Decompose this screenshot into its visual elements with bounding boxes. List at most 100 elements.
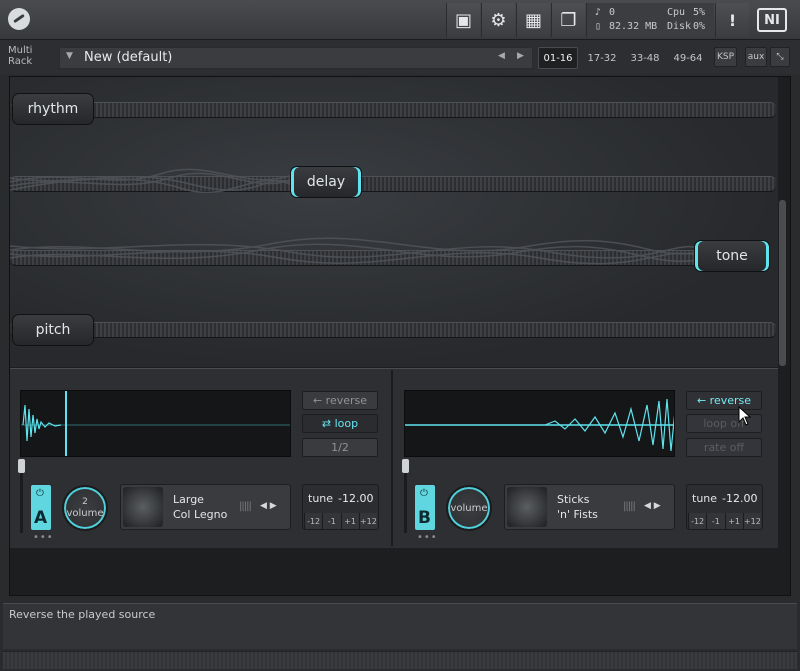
slot-a-tune-value: -12.00	[338, 492, 374, 505]
slot-b-instrument-line2: 'n' Fists	[557, 508, 598, 521]
aux-button[interactable]: aux	[745, 47, 767, 67]
slot-a-volume-value: 2	[82, 497, 88, 507]
slot-b-instrument-image	[507, 487, 547, 527]
slot-a-reverse-button[interactable]: ← reverse	[302, 391, 378, 410]
range-17-32-tab[interactable]: 17-32	[583, 47, 621, 69]
slot-a-instrument-selector[interactable]: Large Col Legno ||||| ◀ ▶	[120, 484, 291, 530]
options-button[interactable]: ⚙	[481, 3, 515, 37]
slot-b-tune-label: tune	[692, 492, 718, 505]
slot-b-tune-control[interactable]: tune -12.00 -12 -1 +1 +12	[686, 484, 763, 530]
layout-icon: ▦	[524, 9, 542, 31]
slot-b-menu-dots[interactable]: •••	[417, 532, 438, 543]
collapse-button[interactable]: ⤡	[770, 47, 790, 67]
delay-label: delay	[306, 174, 346, 190]
slot-b-waveform[interactable]	[404, 390, 675, 457]
slot-b-instrument-selector[interactable]: Sticks 'n' Fists ||||| ◀ ▶	[504, 484, 675, 530]
slot-b-instrument-arrows-icon[interactable]: ◀ ▶	[644, 501, 661, 511]
kontakt-logo-icon[interactable]	[8, 8, 30, 30]
preset-dropdown-icon[interactable]: ▼	[66, 51, 73, 61]
slot-a-tune-minus1-button[interactable]: -1	[322, 513, 341, 529]
slot-a-start-slider[interactable]	[20, 463, 23, 533]
disk-label: Disk	[667, 21, 692, 32]
range-49-64-tab[interactable]: 49-64	[668, 47, 708, 69]
slot-b-start-slider[interactable]	[404, 463, 407, 533]
slot-a-instrument-image	[123, 487, 163, 527]
warning-icon: !	[728, 10, 737, 30]
slot-b-tune-minus1-button[interactable]: -1	[706, 513, 725, 529]
multi-rack-label-line1: Multi	[8, 45, 33, 56]
voices-icon: ♪	[595, 7, 602, 18]
slot-b-letter: B	[418, 508, 431, 528]
slot-a-instrument-arrows-icon[interactable]: ◀ ▶	[260, 501, 277, 511]
power-icon: ⏻	[36, 488, 44, 499]
range-01-16-tab[interactable]: 01-16	[538, 47, 578, 69]
pitch-label: pitch	[35, 322, 71, 338]
slot-b-power-button[interactable]: ⏻ B	[415, 485, 435, 530]
memory-icon: ▯	[595, 21, 602, 32]
window-button[interactable]: ❐	[551, 3, 585, 37]
performance-meter: ♪ 0 ▯ 82.32 MB Cpu 5% Disk 0%	[586, 3, 714, 37]
tone-knot[interactable]: tone	[694, 240, 770, 272]
rack-scrollbar[interactable]	[779, 200, 786, 366]
slot-a-volume-knob[interactable]: 2 volume	[62, 485, 108, 531]
window-icon: ❐	[560, 9, 577, 31]
slot-a-tune-label: tune	[308, 492, 334, 505]
kontakt-window: ▣ ⚙ ▦ ❐ ♪ 0 ▯ 82.32 MB Cpu 5% Disk 0% ! …	[0, 0, 800, 671]
rhythm-knot[interactable]: rhythm	[12, 93, 94, 125]
memory-usage: 82.32 MB	[609, 21, 658, 32]
mouse-cursor-icon	[738, 406, 752, 426]
save-button[interactable]: ▣	[446, 3, 480, 37]
slot-a-tune-control[interactable]: tune -12.00 -12 -1 +1 +12	[302, 484, 379, 530]
multi-rack-label: Multi Rack	[8, 45, 32, 67]
slot-b-tune-minus12-button[interactable]: -12	[688, 513, 707, 529]
slot-a-menu-dots[interactable]: •••	[33, 532, 54, 543]
cpu-value: 5%	[693, 7, 706, 18]
slot-b-tune-plus1-button[interactable]: +1	[724, 513, 743, 529]
pitch-knot[interactable]: pitch	[12, 314, 94, 346]
collapse-icon: ⤡	[776, 52, 784, 62]
slot-divider	[391, 370, 393, 546]
slot-b-volume-label: volume	[450, 502, 488, 514]
cpu-label: Cpu	[667, 7, 686, 18]
slot-a-loop-button[interactable]: ⇄ loop	[302, 414, 378, 433]
slot-a-tune-minus12-button[interactable]: -12	[304, 513, 323, 529]
preset-prev-icon[interactable]: ◀	[498, 51, 505, 61]
slot-a-volume-label: volume	[66, 508, 104, 519]
slot-b-start-slider-thumb[interactable]	[402, 459, 409, 473]
slot-a-tune-plus1-button[interactable]: +1	[340, 513, 359, 529]
slot-a-letter: A	[34, 508, 48, 528]
slot-b-level-bars-icon: |||||	[623, 501, 636, 512]
slot-b-volume-knob[interactable]: volume	[446, 485, 492, 531]
rhythm-label: rhythm	[27, 101, 79, 117]
slot-a-rate-button[interactable]: 1/2	[302, 438, 378, 457]
ni-logo-icon[interactable]: NI	[757, 8, 787, 32]
gear-icon: ⚙	[490, 9, 507, 31]
slot-a-instrument-line1: Large	[173, 493, 204, 506]
slot-b-tune-plus12-button[interactable]: +12	[742, 513, 761, 529]
power-icon: ⏻	[420, 488, 428, 499]
slot-a-instrument-line2: Col Legno	[173, 508, 228, 521]
ksp-button[interactable]: KSP	[714, 47, 737, 67]
disk-value: 0%	[693, 21, 706, 32]
range-33-48-tab[interactable]: 33-48	[625, 47, 665, 69]
slot-b-tune-value: -12.00	[722, 492, 758, 505]
status-text: Reverse the played source	[9, 608, 156, 621]
slot-a-tune-plus12-button[interactable]: +12	[358, 513, 377, 529]
preset-next-icon[interactable]: ▶	[517, 51, 524, 61]
slot-a-power-button[interactable]: ⏻ A	[31, 485, 51, 530]
resize-bar[interactable]	[3, 651, 797, 669]
voices-count: 0	[609, 7, 616, 18]
preset-name: New (default)	[84, 50, 173, 65]
save-icon: ▣	[454, 9, 472, 31]
warning-button[interactable]: !	[715, 3, 749, 37]
slot-a-waveform[interactable]	[20, 390, 291, 457]
tone-label: tone	[716, 248, 748, 264]
delay-knot[interactable]: delay	[290, 166, 362, 198]
slot-a-start-slider-thumb[interactable]	[18, 459, 25, 473]
cable-strands-graphic	[10, 168, 701, 265]
multi-rack-label-line2: Rack	[8, 56, 33, 67]
slot-b-instrument-line1: Sticks	[557, 493, 590, 506]
slot-a-level-bars-icon: |||||	[239, 501, 252, 512]
slot-b-rate-button[interactable]: rate off	[686, 438, 762, 457]
layout-button[interactable]: ▦	[516, 3, 550, 37]
